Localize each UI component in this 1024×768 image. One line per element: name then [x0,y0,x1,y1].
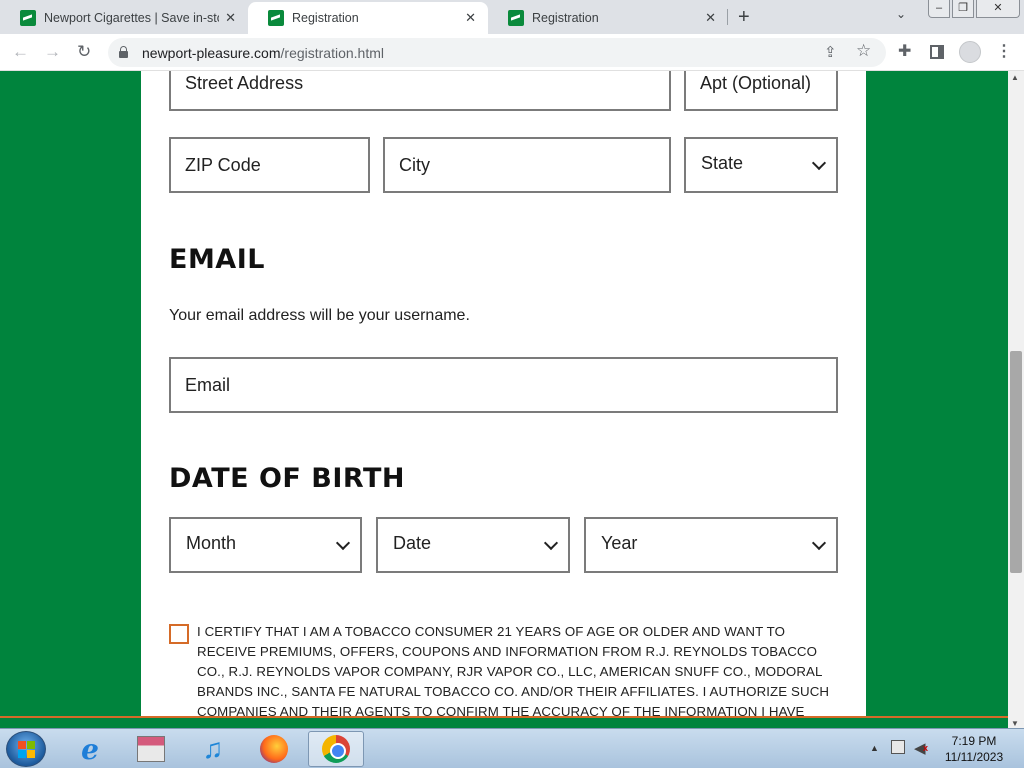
consent-text: I CERTIFY THAT I AM A TOBACCO CONSUMER 2… [197,624,830,717]
tab-close-icon[interactable]: ✕ [705,10,716,26]
state-select[interactable]: State [684,137,838,193]
date-of-birth-heading: DATE OF BIRTH [169,463,405,494]
extensions-icon[interactable]: ✚ [898,43,911,61]
date-select[interactable]: Date [376,517,570,573]
apt-input[interactable]: Apt (Optional) [684,71,838,111]
chrome-icon[interactable] [308,731,364,767]
email-heading: EMAIL [169,244,265,275]
volume-muted-icon[interactable]: ◀ [914,739,927,757]
state-select-value: State [701,153,744,173]
minimize-button[interactable]: – [928,0,950,18]
chevron-down-icon [335,535,351,551]
year-select[interactable]: Year [584,517,838,573]
scrollbar-thumb[interactable] [1010,351,1022,573]
page-viewport: Street Address Apt (Optional) ZIP Code C… [0,71,1008,717]
close-window-button[interactable]: ✕ [976,0,1020,18]
month-select[interactable]: Month [169,517,362,573]
date-select-value: Date [393,533,432,553]
year-select-value: Year [601,533,638,553]
lock-icon[interactable] [119,46,128,58]
network-icon[interactable] [891,740,905,754]
internet-explorer-icon[interactable]: e [62,731,118,767]
tab-title: Registration [532,11,599,25]
newport-favicon-icon [508,10,524,26]
tab-title: Newport Cigarettes | Save in-store [44,11,219,25]
tray-expand-arrow-icon[interactable]: ▲ [870,743,879,753]
side-panel-icon[interactable] [930,45,944,59]
tab-newport-cigarettes[interactable]: Newport Cigarettes | Save in-store ✕ [0,2,248,34]
newport-favicon-icon [20,10,36,26]
tab-close-icon[interactable]: ✕ [465,10,476,26]
tab-search-chevron-icon[interactable]: ⌄ [896,7,906,21]
tab-strip: Newport Cigarettes | Save in-store ✕ Reg… [0,0,1024,34]
city-input[interactable]: City [383,137,671,193]
chevron-down-icon [543,535,559,551]
scroll-up-arrow-icon[interactable]: ▲ [1011,73,1019,82]
back-button[interactable]: ← [12,42,29,62]
consent-checkbox[interactable] [169,624,189,644]
windows-taskbar: e ♫ ▲ ◀ 7:19 PM 11/11/2023 [0,728,1024,768]
start-button[interactable] [6,731,46,767]
page-scrollbar[interactable]: ▲ ▼ [1008,71,1024,730]
tab-title: Registration [292,11,359,25]
street-address-input[interactable]: Street Address [169,71,671,111]
month-select-value: Month [186,533,237,553]
newport-favicon-icon [268,10,284,26]
store-icon[interactable] [123,731,179,767]
chevron-down-icon [811,535,827,551]
tab-registration-active[interactable]: Registration ✕ [248,2,488,34]
clock-date: 11/11/2023 [944,750,1004,764]
system-clock[interactable]: 7:19 PM 11/11/2023 [936,733,1012,765]
profile-avatar-icon[interactable] [959,41,981,63]
tab-close-icon[interactable]: ✕ [225,10,236,26]
chevron-down-icon [811,155,827,171]
address-bar[interactable]: newport-pleasure.com/registration.html ⇪… [108,38,886,67]
music-icon[interactable]: ♫ [185,731,241,767]
registration-form: Street Address Apt (Optional) ZIP Code C… [141,71,866,717]
forward-button[interactable]: → [44,42,61,62]
browser-menu-icon[interactable]: ⋮ [996,43,1012,61]
clock-time: 7:19 PM [951,734,997,748]
email-helper-text: Your email address will be your username… [169,307,470,324]
email-input[interactable]: Email [169,357,838,413]
firefox-icon[interactable] [246,731,302,767]
url-text[interactable]: newport-pleasure.com/registration.html [142,45,384,61]
share-icon[interactable]: ⇪ [824,43,837,61]
reload-button[interactable]: ↻ [77,42,91,62]
bookmark-star-icon[interactable]: ☆ [856,41,871,61]
browser-toolbar: ← → ↻ newport-pleasure.com/registration.… [0,34,1024,71]
tab-registration[interactable]: Registration ✕ [488,2,728,34]
scroll-down-arrow-icon[interactable]: ▼ [1011,719,1019,728]
tab-separator [727,9,728,25]
maximize-button[interactable]: ❐ [952,0,974,18]
zip-code-input[interactable]: ZIP Code [169,137,370,193]
new-tab-button[interactable]: + [738,6,750,28]
